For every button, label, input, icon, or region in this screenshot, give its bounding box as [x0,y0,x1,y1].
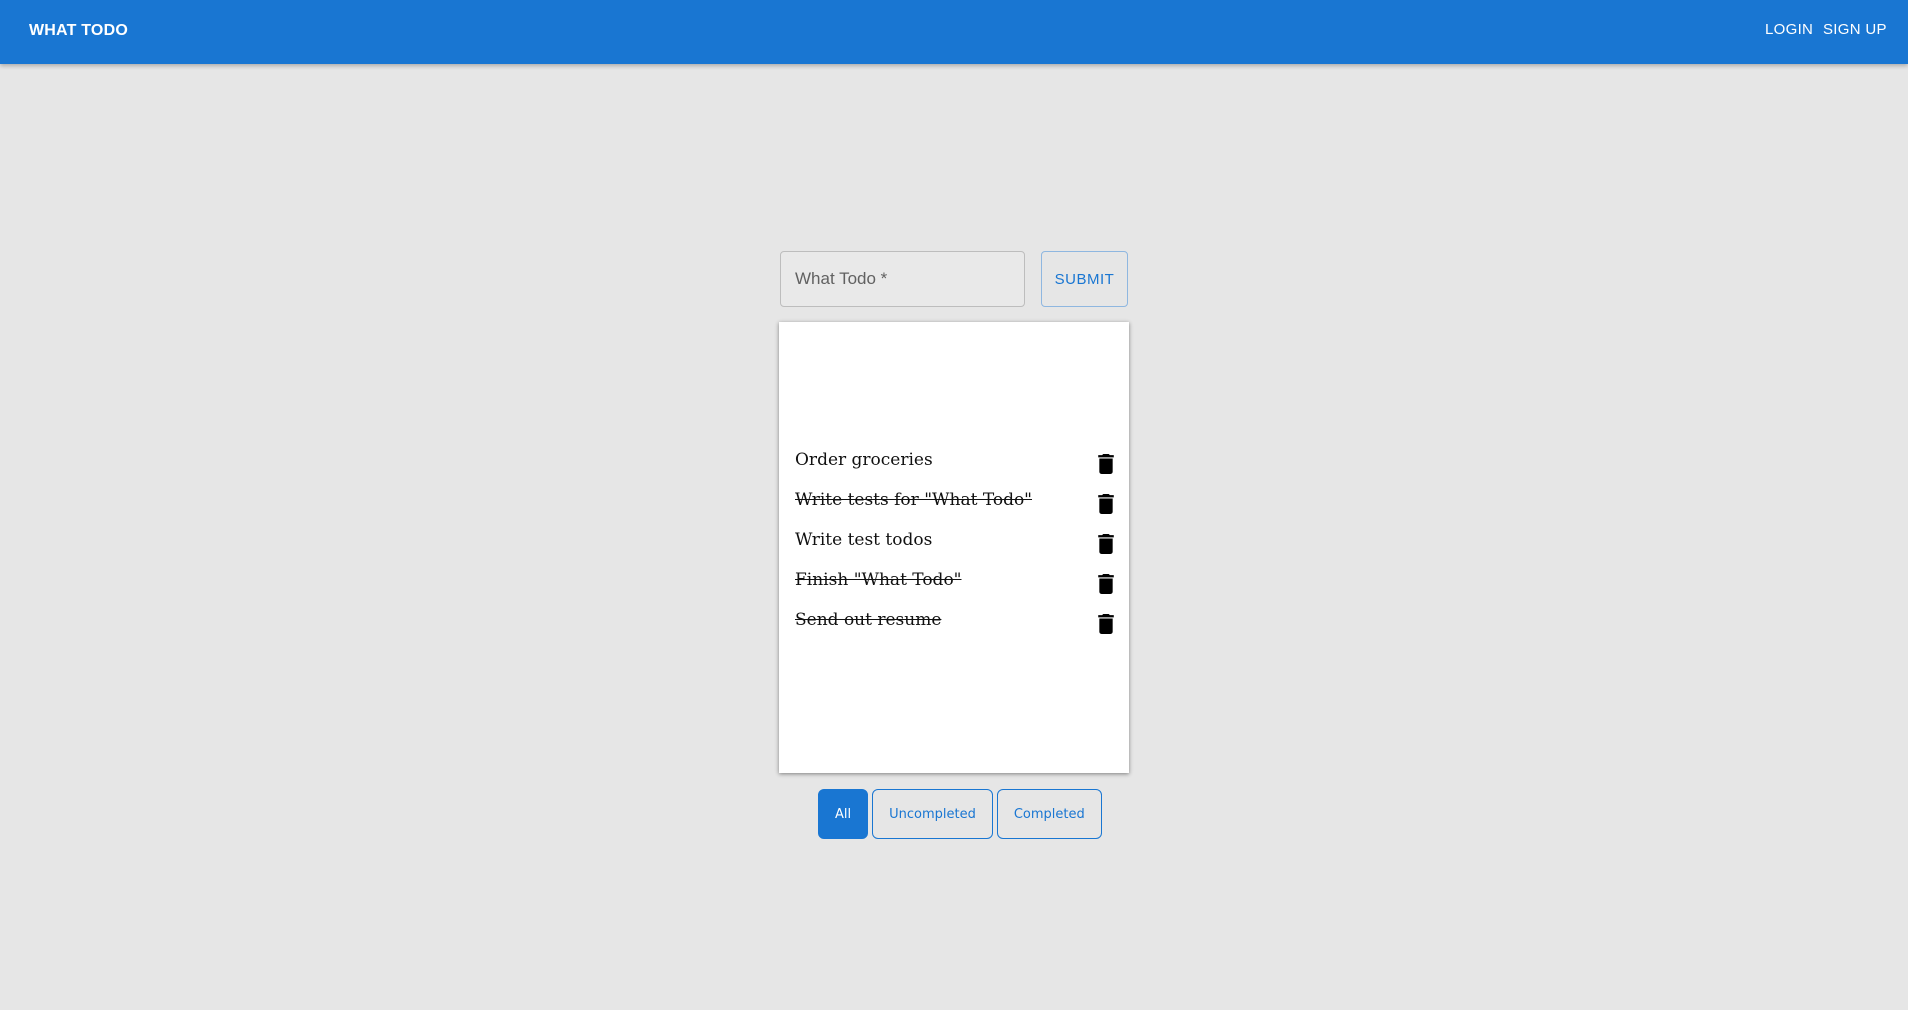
todo-list-panel: Order groceries Write tests for "What To… [779,322,1129,773]
delete-todo-button[interactable] [1097,574,1115,594]
delete-todo-button[interactable] [1097,494,1115,514]
submit-button[interactable]: SUBMIT [1041,251,1128,307]
trash-icon [1098,534,1114,554]
todo-text[interactable]: Finish "What Todo" [795,570,962,590]
trash-icon [1098,494,1114,514]
filter-button-group: All Uncompleted Completed [818,789,1102,839]
todo-item: Finish "What Todo" [779,562,1129,602]
todo-text[interactable]: Write test todos [795,530,932,550]
todo-input-field[interactable] [780,251,1025,307]
todo-item: Order groceries [779,442,1129,482]
signup-button[interactable]: SIGN UP [1823,21,1887,38]
todo-item: Write tests for "What Todo" [779,482,1129,522]
todo-item: Send out resume [779,602,1129,642]
filter-completed-button[interactable]: Completed [996,789,1102,839]
app-title: WHAT TODO [29,22,128,39]
delete-todo-button[interactable] [1097,534,1115,554]
todo-list: Order groceries Write tests for "What To… [779,442,1129,642]
todo-item: Write test todos [779,522,1129,562]
todo-text[interactable]: Write tests for "What Todo" [795,490,1032,510]
todo-text[interactable]: Send out resume [795,610,941,630]
filter-all-button[interactable]: All [818,789,869,839]
login-button[interactable]: LOGIN [1765,21,1813,38]
todo-text[interactable]: Order groceries [795,450,933,470]
delete-todo-button[interactable] [1097,614,1115,634]
filter-uncompleted-button[interactable]: Uncompleted [872,789,993,839]
trash-icon [1098,614,1114,634]
todo-input[interactable] [781,252,1024,306]
delete-todo-button[interactable] [1097,454,1115,474]
trash-icon [1098,454,1114,474]
trash-icon [1098,574,1114,594]
app-bar: WHAT TODO LOGIN SIGN UP [0,0,1908,64]
